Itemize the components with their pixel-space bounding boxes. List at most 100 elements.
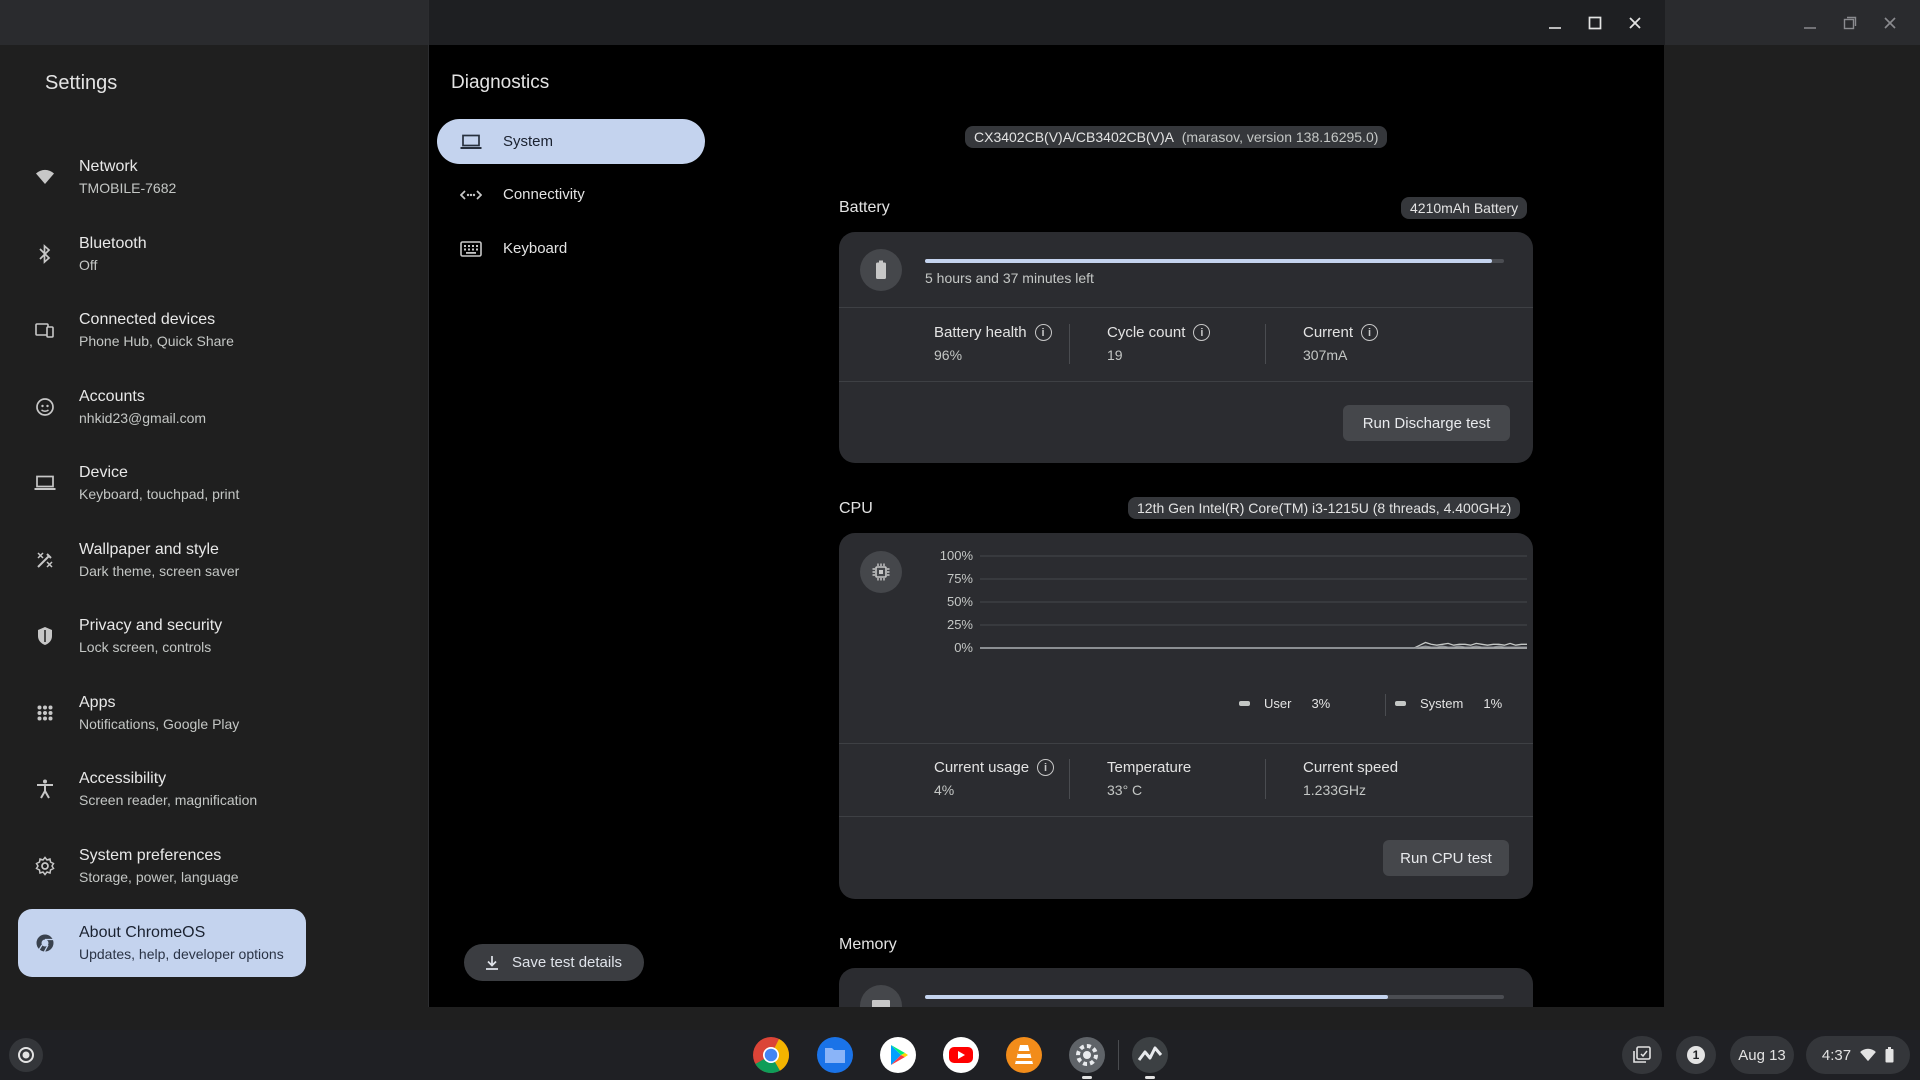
settings-nav-apps[interactable]: Apps Notifications, Google Play bbox=[18, 679, 306, 747]
settings-nav-connected-devices[interactable]: Connected devices Phone Hub, Quick Share bbox=[18, 296, 306, 364]
nav-sublabel: Phone Hub, Quick Share bbox=[79, 333, 234, 349]
info-icon[interactable]: i bbox=[1193, 324, 1211, 341]
settings-nav-privacy[interactable]: Privacy and security Lock screen, control… bbox=[18, 602, 306, 670]
diagnostics-window: Diagnostics System Connectivity Keyboard… bbox=[428, 0, 1665, 1007]
cpu-speed-label: Current speed bbox=[1303, 759, 1399, 776]
diag-nav-system[interactable]: System bbox=[437, 119, 705, 164]
divider bbox=[839, 816, 1533, 817]
holding-space-button[interactable] bbox=[1622, 1036, 1662, 1074]
battery-charge-fill bbox=[925, 259, 1493, 263]
holding-space-icon bbox=[1633, 1046, 1651, 1063]
settings-nav-about-chromeos[interactable]: About ChromeOS Updates, help, developer o… bbox=[18, 909, 306, 977]
diag-nav-keyboard[interactable]: Keyboard bbox=[437, 226, 705, 271]
diagnostics-maximize-button[interactable] bbox=[1575, 0, 1615, 45]
settings-nav-system-preferences[interactable]: System preferences Storage, power, langua… bbox=[18, 832, 306, 900]
diag-nav-connectivity[interactable]: Connectivity bbox=[437, 172, 705, 217]
nav-label: Wallpaper and style bbox=[79, 541, 219, 558]
battery-time-left: 5 hours and 37 minutes left bbox=[925, 270, 1094, 286]
play-store-app[interactable] bbox=[878, 1035, 918, 1075]
diag-nav-label: Keyboard bbox=[503, 240, 568, 257]
cpu-usage-value: 4% bbox=[934, 782, 955, 798]
info-icon[interactable]: i bbox=[1361, 324, 1379, 341]
diagnostics-titlebar bbox=[429, 0, 1665, 45]
cpu-speed-value: 1.233GHz bbox=[1303, 782, 1367, 798]
current-label-text: Current bbox=[1303, 324, 1354, 341]
accessibility-icon bbox=[30, 779, 60, 799]
chrome-app[interactable] bbox=[751, 1035, 791, 1075]
nav-sublabel: TMOBILE-7682 bbox=[79, 180, 177, 196]
settings-nav-wallpaper[interactable]: Wallpaper and style Dark theme, screen sa… bbox=[18, 526, 306, 594]
cpu-section-title: CPU bbox=[839, 500, 873, 517]
legend-user: User 3% bbox=[1239, 696, 1330, 711]
settings-nav-network[interactable]: Network TMOBILE-7682 bbox=[18, 143, 306, 211]
cycle-count-value: 19 bbox=[1107, 347, 1123, 363]
battery-health-label-text: Battery health bbox=[934, 324, 1027, 341]
cycle-count-label-text: Cycle count bbox=[1107, 324, 1186, 341]
nav-label: System preferences bbox=[79, 847, 222, 864]
info-icon[interactable]: i bbox=[1034, 324, 1052, 341]
notification-counter[interactable]: 1 bbox=[1676, 1036, 1716, 1074]
launcher-icon bbox=[18, 1047, 34, 1063]
divider bbox=[1385, 694, 1386, 716]
date-tray[interactable]: Aug 13 bbox=[1730, 1036, 1794, 1074]
close-icon bbox=[1629, 16, 1641, 29]
settings-nav-bluetooth[interactable]: Bluetooth Off bbox=[18, 220, 306, 288]
current-label: Current i bbox=[1303, 324, 1379, 341]
settings-nav-accounts[interactable]: Accounts nhkid23@gmail.com bbox=[18, 373, 306, 441]
laptop-icon bbox=[30, 475, 60, 491]
keyboard-icon bbox=[457, 240, 485, 257]
diagnostics-close-button[interactable] bbox=[1615, 0, 1655, 45]
settings-minimize-button[interactable] bbox=[1790, 0, 1830, 45]
nav-sublabel: Lock screen, controls bbox=[79, 639, 212, 655]
run-cpu-test-button[interactable]: Run CPU test bbox=[1383, 840, 1509, 876]
legend-user-label: User bbox=[1264, 696, 1292, 711]
settings-nav-device[interactable]: Device Keyboard, touchpad, print bbox=[18, 449, 306, 517]
memory-section-title: Memory bbox=[839, 936, 897, 953]
divider bbox=[839, 307, 1533, 308]
status-tray[interactable]: 4:37 bbox=[1806, 1036, 1910, 1074]
divider bbox=[1069, 759, 1070, 799]
nav-label: Privacy and security bbox=[79, 617, 223, 634]
nav-sublabel: Screen reader, magnification bbox=[79, 792, 258, 808]
temperature-value: 33° C bbox=[1107, 782, 1143, 798]
memory-card-clip bbox=[839, 968, 1533, 1007]
settings-close-button[interactable] bbox=[1870, 0, 1910, 45]
battery-health-value: 96% bbox=[934, 347, 963, 363]
cpu-usage-label-text: Current usage bbox=[934, 759, 1030, 776]
memory-card bbox=[839, 968, 1533, 1007]
chart-y-tick-label: 50% bbox=[946, 594, 973, 609]
notification-count: 1 bbox=[1687, 1046, 1705, 1064]
launcher-button[interactable] bbox=[9, 1038, 43, 1072]
connectivity-icon bbox=[457, 189, 485, 201]
settings-title: Settings bbox=[45, 72, 118, 94]
current-value: 307mA bbox=[1303, 347, 1348, 363]
battery-capacity-chip: 4210mAh Battery bbox=[1401, 197, 1528, 219]
device-version: (marasov, version 138.16295.0) bbox=[1181, 129, 1379, 145]
maximize-icon bbox=[1588, 16, 1602, 29]
settings-restore-button[interactable] bbox=[1830, 0, 1870, 45]
chart-y-tick-label: 100% bbox=[939, 548, 973, 563]
diagnostics-minimize-button[interactable] bbox=[1535, 0, 1575, 45]
shelf-separator bbox=[1118, 1040, 1119, 1070]
save-test-details-button[interactable]: Save test details bbox=[464, 944, 644, 981]
info-icon[interactable]: i bbox=[1037, 759, 1055, 776]
vlc-app[interactable] bbox=[1004, 1035, 1044, 1075]
settings-nav-accessibility[interactable]: Accessibility Screen reader, magnificatio… bbox=[18, 755, 306, 823]
diag-nav-label: System bbox=[503, 133, 554, 150]
gear-icon bbox=[30, 856, 60, 876]
settings-app[interactable] bbox=[1067, 1035, 1107, 1075]
youtube-app[interactable] bbox=[941, 1035, 981, 1075]
divider bbox=[1265, 324, 1266, 364]
run-discharge-test-button[interactable]: Run Discharge test bbox=[1343, 405, 1510, 441]
accounts-icon bbox=[30, 397, 60, 417]
diagnostics-app[interactable] bbox=[1130, 1035, 1170, 1075]
files-app[interactable] bbox=[815, 1035, 855, 1075]
device-model-chip: CX3402CB(V)A/CB3402CB(V)A (marasov, vers… bbox=[965, 126, 1388, 148]
nav-label: Bluetooth bbox=[79, 235, 147, 252]
apps-grid-icon bbox=[30, 705, 60, 721]
memory-usage-bar bbox=[925, 995, 1504, 999]
memory-icon bbox=[860, 985, 902, 1007]
nav-label: Accounts bbox=[79, 388, 145, 405]
battery-health-label: Battery health i bbox=[934, 324, 1052, 341]
device-model: CX3402CB(V)A/CB3402CB(V)A bbox=[974, 129, 1174, 145]
